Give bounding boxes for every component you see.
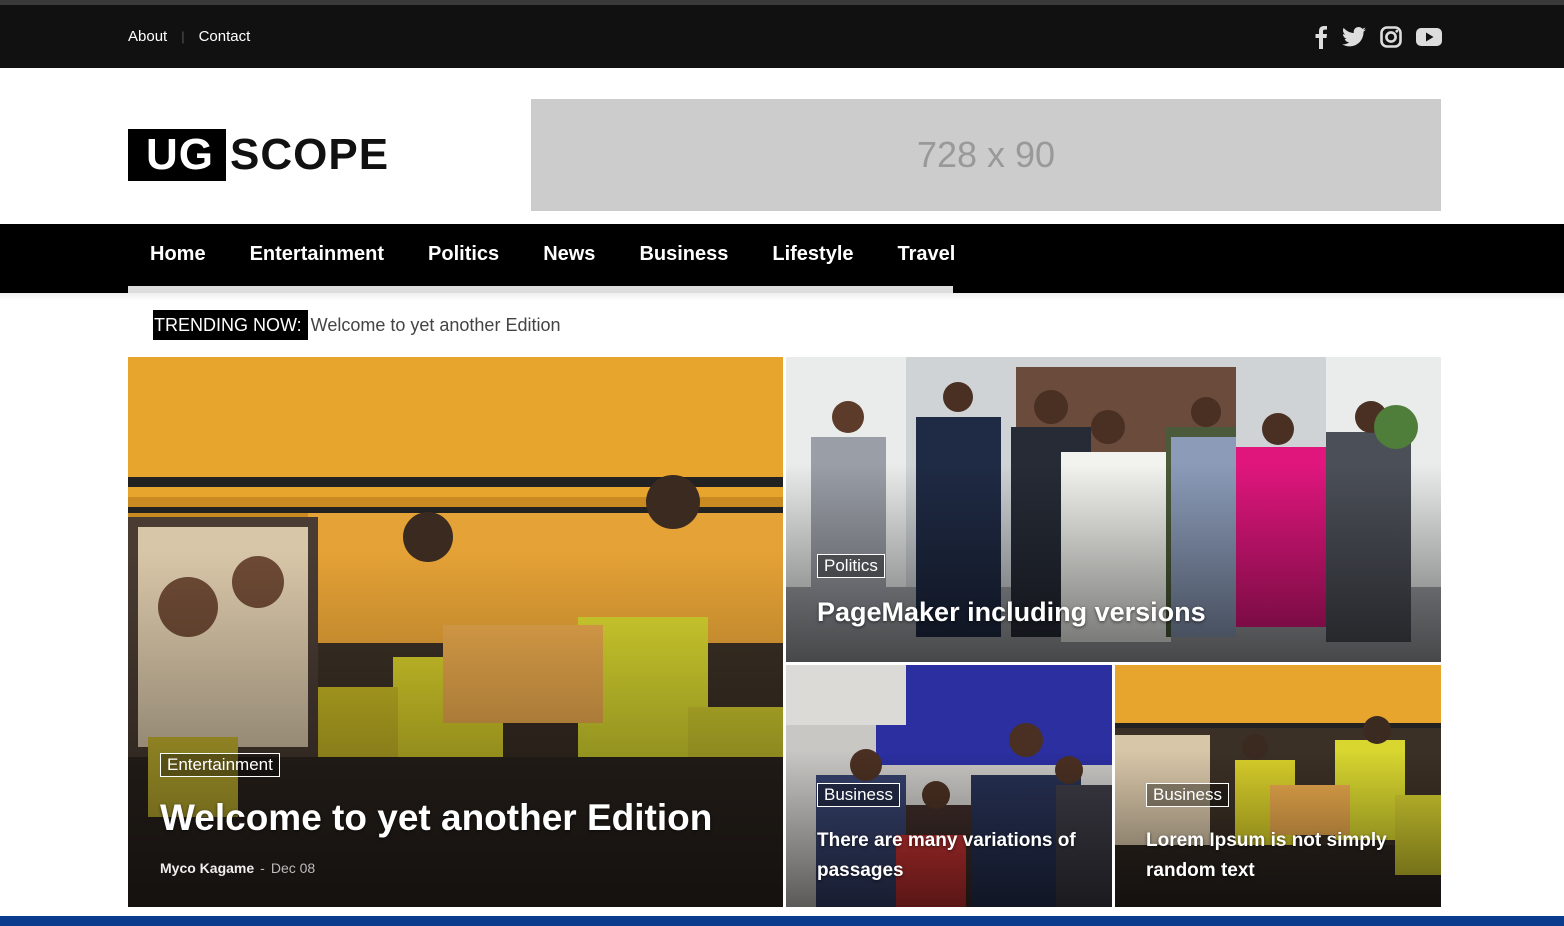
logo-scope: SCOPE <box>230 130 390 179</box>
featured-bottom-right-title[interactable]: Lorem Ipsum is not simply random text <box>1146 826 1406 886</box>
trending-label: TRENDING NOW: <box>153 310 308 340</box>
featured-main-meta: Myco Kagame - Dec 08 <box>160 860 316 876</box>
nav-lifestyle[interactable]: Lifestyle <box>750 243 875 266</box>
featured-bottom-left-title[interactable]: There are many variations of passages <box>817 826 1097 886</box>
bottom-strip <box>0 916 1564 926</box>
featured-bottom-right-card[interactable]: Business Lorem Ipsum is not simply rando… <box>1115 665 1441 907</box>
logo-ug: UG <box>128 129 226 181</box>
youtube-icon[interactable] <box>1416 27 1442 47</box>
nav-list: Home Entertainment Politics News Busines… <box>128 224 977 285</box>
featured-bottom-right-category[interactable]: Business <box>1146 783 1229 807</box>
nav-politics[interactable]: Politics <box>406 243 521 266</box>
nav-news[interactable]: News <box>521 243 617 266</box>
nav-entertainment[interactable]: Entertainment <box>228 243 406 266</box>
featured-main-date: Dec 08 <box>270 860 316 876</box>
featured-main-card[interactable]: Entertainment Welcome to yet another Edi… <box>128 357 783 907</box>
featured-main-shade <box>128 549 783 907</box>
twitter-icon[interactable] <box>1342 26 1366 47</box>
top-links: About | Contact <box>128 5 250 68</box>
trending-ticker: TRENDING NOW: Welcome to yet another Edi… <box>153 310 560 340</box>
featured-main-category[interactable]: Entertainment <box>160 753 280 777</box>
trending-headline[interactable]: Welcome to yet another Edition <box>311 315 561 336</box>
main-nav: Home Entertainment Politics News Busines… <box>0 224 1564 293</box>
social-icons <box>1314 5 1442 68</box>
featured-main-author[interactable]: Myco Kagame <box>160 860 254 876</box>
nav-travel[interactable]: Travel <box>876 243 978 266</box>
featured-main-title[interactable]: Welcome to yet another Edition <box>160 797 760 839</box>
contact-link[interactable]: Contact <box>199 28 251 45</box>
link-separator: | <box>181 29 185 44</box>
site-logo[interactable]: UG SCOPE <box>128 129 389 181</box>
nav-home[interactable]: Home <box>128 243 228 266</box>
featured-top-right-title[interactable]: PageMaker including versions <box>817 597 1417 628</box>
site-header: UG SCOPE 728 x 90 <box>0 68 1564 224</box>
instagram-icon[interactable] <box>1380 25 1402 48</box>
featured-bottom-left-category[interactable]: Business <box>817 783 900 807</box>
featured-bottom-left-card[interactable]: Business There are many variations of pa… <box>786 665 1112 907</box>
nav-business[interactable]: Business <box>617 243 750 266</box>
about-link[interactable]: About <box>128 28 167 45</box>
nav-shadow <box>0 293 1564 301</box>
featured-top-right-card[interactable]: Politics PageMaker including versions <box>786 357 1441 662</box>
ad-banner-placeholder[interactable]: 728 x 90 <box>531 99 1441 211</box>
featured-top-right-category[interactable]: Politics <box>817 554 885 578</box>
ad-size-label: 728 x 90 <box>916 134 1056 175</box>
facebook-icon[interactable] <box>1314 25 1328 49</box>
top-bar: About | Contact <box>0 5 1564 68</box>
nav-underline <box>128 286 953 293</box>
